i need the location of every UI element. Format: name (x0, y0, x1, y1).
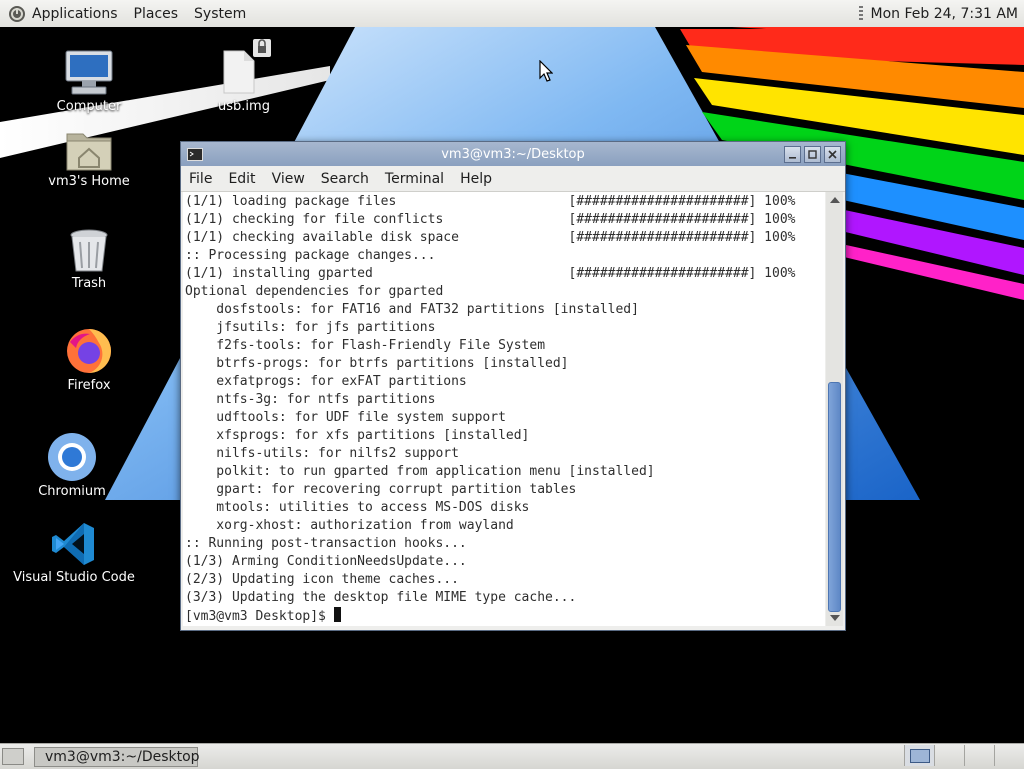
terminal-line: (1/1) checking for file conflicts [#####… (185, 212, 796, 227)
maximize-icon (808, 149, 817, 159)
terminal-line: (3/3) Updating the desktop file MIME typ… (185, 590, 577, 605)
menu-edit[interactable]: Edit (220, 171, 263, 187)
terminal-menubar: File Edit View Search Terminal Help (181, 166, 845, 192)
show-desktop-button[interactable] (2, 748, 24, 765)
desktop-icon-label: usb.img (218, 99, 270, 114)
maximize-button[interactable] (804, 145, 821, 163)
terminal-line: exfatprogs: for exFAT partitions (185, 374, 467, 389)
computer-icon (65, 50, 113, 95)
system-menu-label: System (194, 5, 247, 22)
terminal-line: dosfstools: for FAT16 and FAT32 partitio… (185, 302, 639, 317)
menu-search[interactable]: Search (313, 171, 377, 187)
top-panel: Applications Places System Mon Feb 24, 7… (0, 0, 1024, 28)
terminal-line: (2/3) Updating icon theme caches... (185, 572, 459, 587)
window-title: vm3@vm3:~/Desktop (441, 146, 585, 162)
workspace-3[interactable] (964, 745, 994, 766)
panel-handle[interactable] (858, 5, 863, 22)
terminal-line: btrfs-progs: for btrfs partitions [insta… (185, 356, 569, 371)
terminal-line: (1/1) loading package files [###########… (185, 194, 796, 209)
desktop-icon-label: Firefox (67, 378, 111, 393)
places-menu[interactable]: Places (126, 0, 187, 27)
taskbar-item-terminal[interactable]: vm3@vm3:~/Desktop (34, 746, 200, 767)
desktop-icon-home[interactable]: vm3's Home (19, 128, 159, 189)
terminal-line: gpart: for recovering corrupt partition … (185, 482, 577, 497)
close-icon (828, 149, 837, 159)
terminal-text: (1/1) loading package files [###########… (183, 192, 825, 626)
desktop-icon-label: Trash (71, 276, 107, 291)
applications-menu[interactable]: Applications (0, 0, 126, 27)
applications-menu-label: Applications (32, 5, 118, 22)
terminal-line: :: Running post-transaction hooks... (185, 536, 467, 551)
terminal-scrollbar[interactable] (826, 192, 843, 626)
terminal-line: jfsutils: for jfs partitions (185, 320, 436, 335)
terminal-line: Optional dependencies for gparted (185, 284, 444, 299)
scroll-down-icon[interactable] (830, 615, 840, 621)
close-button[interactable] (824, 145, 841, 163)
desktop-icon-computer[interactable]: Computer (19, 47, 159, 114)
vscode-icon (52, 523, 94, 565)
desktop-icon-label: Visual Studio Code (13, 570, 135, 585)
terminal-cursor (333, 607, 341, 622)
firefox-icon (67, 329, 111, 373)
terminal-output[interactable]: (1/1) loading package files [###########… (183, 192, 825, 626)
workspace-1[interactable] (904, 745, 934, 766)
desktop-icon-vscode[interactable]: Visual Studio Code (4, 520, 144, 585)
menu-terminal[interactable]: Terminal (377, 171, 452, 187)
workspace-2[interactable] (934, 745, 964, 766)
terminal-line: f2fs-tools: for Flash-Friendly File Syst… (185, 338, 546, 353)
minimize-icon (789, 156, 796, 159)
terminal-prompt: [vm3@vm3 Desktop]$ (185, 609, 334, 624)
workspace-4[interactable] (994, 745, 1024, 766)
terminal-line: nilfs-utils: for nilfs2 support (185, 446, 459, 461)
workspace-switcher (904, 744, 1024, 769)
home-folder-icon (66, 133, 112, 171)
scroll-up-icon[interactable] (830, 197, 840, 203)
scrollbar-thumb[interactable] (828, 382, 841, 612)
terminal-line: xfsprogs: for xfs partitions [installed] (185, 428, 530, 443)
menu-view[interactable]: View (264, 171, 313, 187)
desktop-icon-label: vm3's Home (48, 174, 130, 189)
distro-logo-icon (9, 5, 25, 22)
file-icon (223, 39, 271, 94)
desktop-icon-label: Computer (56, 99, 122, 114)
desktop-icon-usb-img[interactable]: usb.img (174, 37, 314, 114)
desktop-icon-label: Chromium (38, 484, 106, 499)
desktop-icon-firefox[interactable]: Firefox (19, 326, 159, 393)
terminal-line: ntfs-3g: for ntfs partitions (185, 392, 436, 407)
terminal-line: (1/3) Arming ConditionNeedsUpdate... (185, 554, 467, 569)
terminal-window[interactable]: vm3@vm3:~/Desktop File Edit View Search … (180, 141, 846, 631)
trash-icon (70, 229, 108, 272)
places-menu-label: Places (133, 5, 179, 22)
window-titlebar[interactable]: vm3@vm3:~/Desktop (181, 142, 845, 166)
chromium-icon (48, 433, 96, 481)
desktop-icon-chromium[interactable]: Chromium (2, 432, 142, 499)
terminal-line: udftools: for UDF file system support (185, 410, 506, 425)
clock[interactable]: Mon Feb 24, 7:31 AM (871, 6, 1024, 22)
terminal-line: :: Processing package changes... (185, 248, 436, 263)
workspace-window-thumbnail (909, 748, 930, 763)
terminal-line: (1/1) checking available disk space [###… (185, 230, 796, 245)
terminal-line: mtools: utilities to access MS-DOS disks (185, 500, 530, 515)
taskbar-item-label: vm3@vm3:~/Desktop (45, 748, 200, 765)
terminal-line: (1/1) installing gparted [##############… (185, 266, 796, 281)
terminal-icon (187, 147, 203, 161)
desktop-icon-trash[interactable]: Trash (19, 228, 159, 291)
bottom-panel: vm3@vm3:~/Desktop (0, 743, 1024, 769)
terminal-line: polkit: to run gparted from application … (185, 464, 655, 479)
menu-help[interactable]: Help (452, 171, 500, 187)
mouse-pointer-icon (539, 60, 553, 82)
menu-file[interactable]: File (181, 171, 220, 187)
system-menu[interactable]: System (186, 0, 254, 27)
minimize-button[interactable] (784, 145, 801, 163)
terminal-line: xorg-xhost: authorization from wayland (185, 518, 514, 533)
